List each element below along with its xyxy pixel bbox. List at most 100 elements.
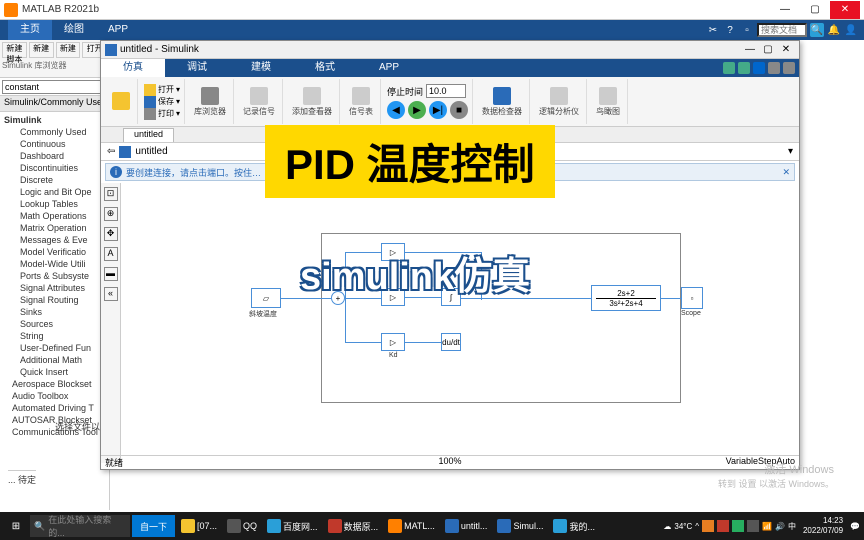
library-search-input[interactable] [2, 80, 107, 94]
tray-icon[interactable] [747, 520, 759, 532]
logic-analyzer-button[interactable]: 逻辑分析仪 [536, 86, 582, 118]
taskbar-item[interactable]: QQ [223, 515, 261, 537]
taskbar-item[interactable]: 数据原... [324, 515, 383, 537]
addon-badge[interactable]: 🔍 [810, 23, 824, 37]
close-button[interactable]: ✕ [830, 1, 860, 19]
new-script-button[interactable]: 新建脚本 [2, 42, 27, 58]
tree-item[interactable]: Matrix Operation [0, 222, 109, 234]
log-signals-button[interactable]: 记录信号 [240, 86, 278, 118]
minimize-button[interactable]: — [770, 1, 800, 19]
transfer-fcn-block[interactable]: 2s+2 3s²+2s+4 [591, 285, 661, 311]
tree-item[interactable]: Quick Insert [0, 366, 109, 378]
library-browser-button[interactable]: 库浏览器 [191, 86, 229, 118]
tree-item[interactable]: Commonly Used [0, 126, 109, 138]
birds-eye-button[interactable]: 鸟瞰图 [593, 86, 623, 118]
doc-icon[interactable]: ▫ [740, 23, 754, 37]
open-button[interactable]: 打开▾ [144, 84, 180, 96]
hide-button[interactable]: « [104, 287, 118, 301]
tray-icon[interactable] [702, 520, 714, 532]
tab-app[interactable]: APP [96, 20, 140, 40]
ribbon-icon[interactable] [738, 62, 750, 74]
image-button[interactable]: ▬ [104, 267, 118, 281]
taskbar-item[interactable]: Simul... [493, 515, 547, 537]
save-button[interactable]: 保存▾ [144, 96, 180, 108]
library-tree[interactable]: Simulink Commonly Used Continuous Dashbo… [0, 112, 109, 440]
breadcrumb-text[interactable]: untitled [135, 146, 167, 157]
tray-icon[interactable] [717, 520, 729, 532]
tree-item[interactable]: Lookup Tables [0, 198, 109, 210]
derivative-block[interactable]: du/dt [441, 333, 461, 351]
zoom-fit-button[interactable]: ⊡ [104, 187, 118, 201]
tree-item[interactable]: Audio Toolbox [0, 390, 109, 402]
help-icon[interactable]: ? [723, 23, 737, 37]
tree-item[interactable]: Aerospace Blockset [0, 378, 109, 390]
model-canvas[interactable]: ▱ 斜坡温度 ▷ Kp ▷ ▷ Kd ∫ du/dt + 2s+2 3s²+2s… [121, 183, 799, 463]
clock[interactable]: 14:23 2022/07/09 [799, 516, 847, 536]
document-tab[interactable]: untitled [123, 128, 174, 142]
tree-item[interactable]: Messages & Eve [0, 234, 109, 246]
doc-search-input[interactable] [757, 23, 807, 37]
tab-apps[interactable]: APP [357, 59, 421, 77]
tree-item[interactable]: Signal Attributes [0, 282, 109, 294]
taskbar-item[interactable]: 我的... [549, 515, 599, 537]
ime-icon[interactable]: 中 [788, 521, 796, 532]
tree-root[interactable]: Simulink [0, 114, 109, 126]
signal-table-button[interactable]: 信号表 [346, 86, 376, 118]
step-back-button[interactable]: ◀ [387, 101, 405, 119]
tree-item[interactable]: Continuous [0, 138, 109, 150]
tab-home[interactable]: 主页 [8, 20, 52, 40]
tray-chevron-icon[interactable]: ^ [695, 522, 699, 531]
scope-block[interactable]: ▫ [681, 287, 703, 309]
tab-simulate[interactable]: 仿真 [101, 59, 165, 77]
ribbon-icon[interactable] [723, 62, 735, 74]
stop-time-input[interactable] [426, 84, 466, 98]
taskbar-search[interactable]: 🔍 在此处输入搜索的... [30, 515, 130, 537]
inner-min-button[interactable]: — [741, 44, 759, 55]
ribbon-icon[interactable] [783, 62, 795, 74]
tip-close-button[interactable]: ✕ [782, 167, 790, 178]
stop-button[interactable]: ■ [450, 101, 468, 119]
taskbar-item[interactable]: 百度网... [263, 515, 322, 537]
tab-format[interactable]: 格式 [293, 59, 357, 77]
tree-item[interactable]: Math Operations [0, 210, 109, 222]
tree-item[interactable]: Additional Math [0, 354, 109, 366]
zoom-in-button[interactable]: ⊕ [104, 207, 118, 221]
annotate-button[interactable]: A [104, 247, 118, 261]
tab-model[interactable]: 建模 [229, 59, 293, 77]
temperature[interactable]: 34°C [674, 522, 692, 531]
ramp-source-block[interactable]: ▱ [251, 288, 281, 308]
data-inspector-button[interactable]: 数据检查器 [479, 86, 525, 118]
nav-back-icon[interactable]: ⇦ [107, 146, 115, 157]
tree-item[interactable]: Sinks [0, 306, 109, 318]
tree-item[interactable]: Signal Routing [0, 294, 109, 306]
network-icon[interactable]: 📶 [762, 522, 772, 531]
tree-item[interactable]: Ports & Subsyste [0, 270, 109, 282]
notification-icon[interactable]: 💬 [850, 522, 860, 531]
new2-button[interactable]: 新建 [56, 42, 81, 58]
taskbar-item[interactable]: MATL... [384, 515, 439, 537]
tree-item[interactable]: Discrete [0, 174, 109, 186]
tree-item[interactable]: Automated Driving T [0, 402, 109, 414]
taskbar-item[interactable]: [07... [177, 515, 221, 537]
new-button[interactable]: 新建 [29, 42, 54, 58]
tree-item[interactable]: Sources [0, 318, 109, 330]
tab-debug[interactable]: 调试 [165, 59, 229, 77]
taskbar-blue-button[interactable]: 自一下 [132, 515, 175, 537]
tree-item[interactable]: String [0, 330, 109, 342]
tree-item[interactable]: Dashboard [0, 150, 109, 162]
volume-icon[interactable]: 🔊 [775, 522, 785, 531]
tree-item[interactable]: User-Defined Fun [0, 342, 109, 354]
print-button[interactable]: 打印▾ [144, 108, 180, 120]
bell-icon[interactable]: 🔔 [827, 23, 841, 37]
tray-icon[interactable] [732, 520, 744, 532]
add-viewer-button[interactable]: 添加查看器 [289, 86, 335, 118]
weather-icon[interactable]: ☁ [663, 522, 671, 531]
inner-max-button[interactable]: ▢ [759, 44, 777, 55]
gain-kd-block[interactable]: ▷ [381, 333, 405, 351]
step-forward-button[interactable]: ▶| [429, 101, 447, 119]
tree-item[interactable]: Discontinuities [0, 162, 109, 174]
start-button[interactable]: ⊞ [4, 514, 28, 538]
ribbon-icon[interactable] [768, 62, 780, 74]
tree-item[interactable]: Logic and Bit Ope [0, 186, 109, 198]
maximize-button[interactable]: ▢ [800, 1, 830, 19]
